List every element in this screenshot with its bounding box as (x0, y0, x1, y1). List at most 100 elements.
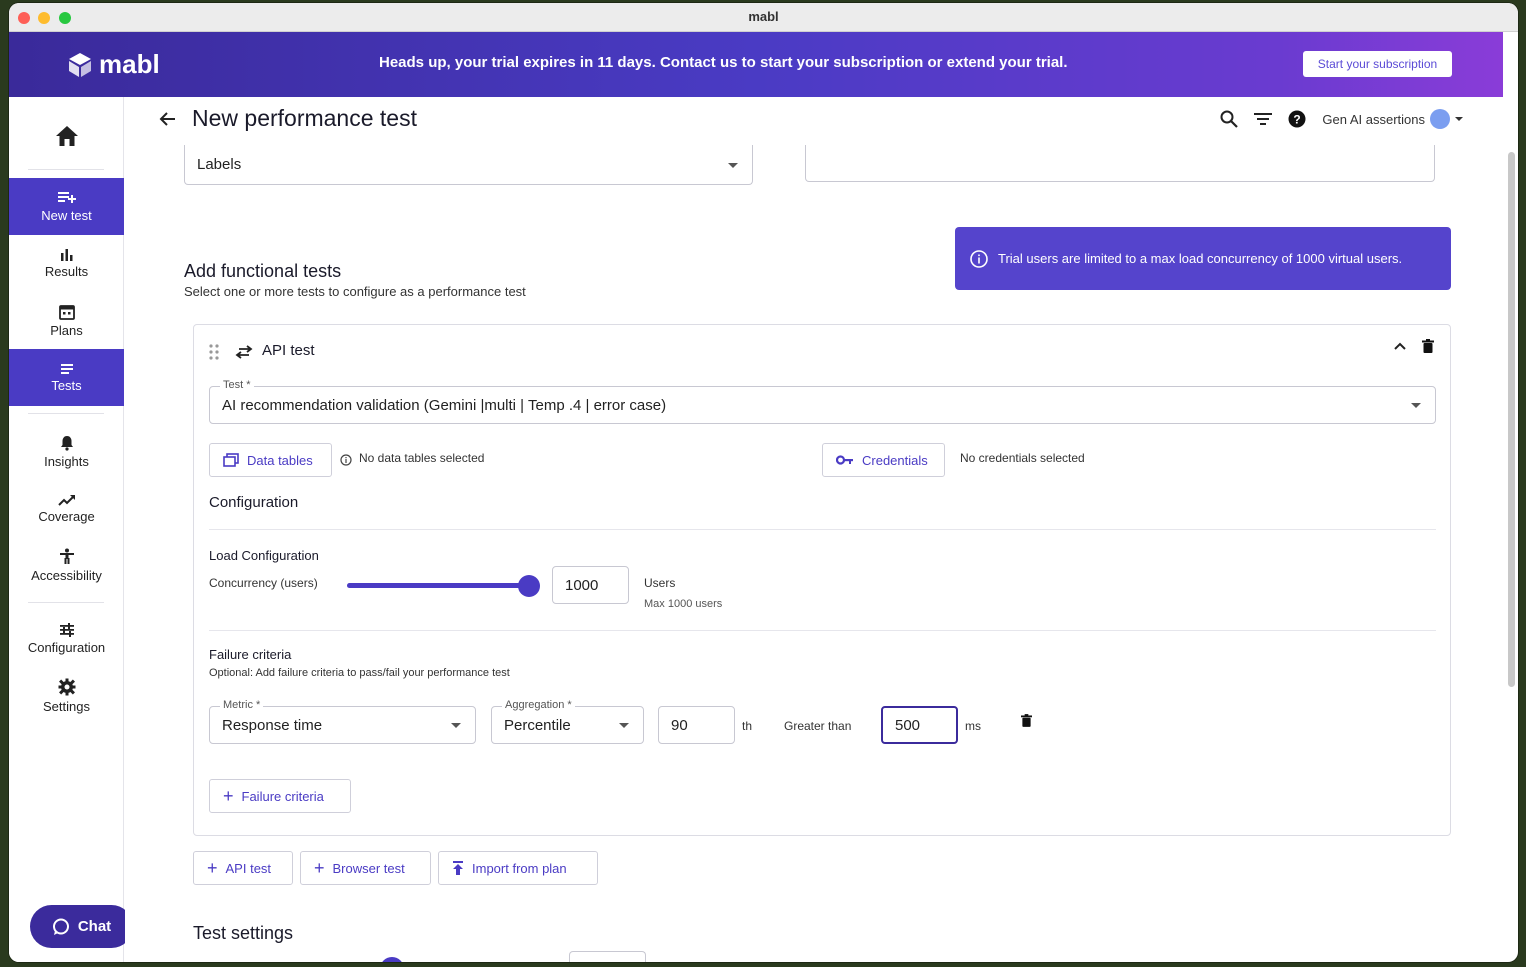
metric-select-value: Response time (222, 716, 323, 734)
data-tables-label: Data tables (247, 452, 313, 468)
home-button[interactable] (9, 111, 124, 161)
add-api-test-button[interactable]: + API test (193, 851, 293, 885)
threshold-unit: ms (965, 719, 981, 733)
api-test-card: API test Test * AI recommendation valida… (193, 324, 1451, 836)
sidebar-item-label: Results (44, 264, 89, 279)
threshold-input[interactable]: 500 (881, 706, 958, 744)
scrollbar[interactable] (1508, 152, 1515, 687)
info-icon (340, 454, 352, 466)
chat-button[interactable]: Chat (30, 905, 133, 948)
labels-select[interactable]: Labels (184, 145, 753, 185)
trial-message: Heads up, your trial expires in 11 days.… (379, 54, 1068, 71)
chevron-down-icon (1411, 403, 1421, 408)
drag-handle-icon[interactable] (209, 344, 219, 360)
sidebar-item-label: Settings (43, 698, 90, 714)
sidebar-item-results[interactable]: Results (9, 235, 124, 292)
info-icon (970, 249, 988, 268)
page-title: New performance test (192, 105, 417, 131)
chevron-up-icon[interactable] (1394, 342, 1406, 350)
workspace-name: Gen AI assertions (1322, 111, 1425, 127)
sidebar: New test Results Plans Tests Insights Co… (9, 97, 133, 962)
comparator-label: Greater than (784, 719, 852, 733)
mabl-logo[interactable]: mabl (67, 49, 160, 80)
upload-icon (453, 861, 463, 875)
load-config-title: Load Configuration (209, 548, 319, 563)
window-title: mabl (748, 9, 779, 24)
key-icon (836, 455, 853, 465)
sidebar-item-plans[interactable]: Plans (9, 292, 124, 349)
bar-chart-icon (60, 249, 72, 261)
sidebar-divider (28, 602, 104, 603)
credentials-label: Credentials (862, 452, 928, 468)
sidebar-item-accessibility[interactable]: Accessibility (9, 537, 124, 594)
sidebar-item-label: Coverage (38, 508, 95, 524)
sidebar-item-label: Configuration (27, 639, 106, 655)
sidebar-item-label: Plans (50, 322, 83, 338)
avatar (1430, 109, 1450, 129)
test-select[interactable]: Test * AI recommendation validation (Gem… (209, 379, 1436, 424)
trial-banner: mabl Heads up, your trial expires in 11 … (9, 32, 1503, 97)
plus-icon: + (207, 858, 218, 878)
slider-thumb[interactable] (518, 575, 540, 597)
sidebar-item-new-test[interactable]: New test (9, 178, 124, 235)
import-from-plan-label: Import from plan (472, 860, 567, 876)
table-icon (223, 453, 239, 467)
svg-text:?: ? (1294, 113, 1301, 127)
add-failure-criteria-label: Failure criteria (241, 788, 324, 804)
percentile-input[interactable]: 90 (658, 706, 735, 744)
credentials-button[interactable]: Credentials (822, 443, 945, 477)
concurrency-slider[interactable] (347, 575, 540, 597)
test-settings-field[interactable] (569, 951, 646, 962)
title-bar: mabl (9, 3, 1518, 32)
sidebar-item-label: Insights (44, 453, 89, 469)
plus-icon: + (314, 858, 325, 878)
add-api-test-label: API test (225, 860, 272, 876)
sidebar-item-coverage[interactable]: Coverage (9, 480, 124, 537)
delete-icon[interactable] (1422, 339, 1434, 353)
concurrency-value: 1000 (565, 576, 599, 594)
mabl-cube-icon (69, 52, 91, 77)
users-label: Users (644, 576, 676, 590)
home-icon (55, 126, 78, 146)
search-icon[interactable] (1220, 110, 1239, 128)
delete-icon[interactable] (1021, 714, 1032, 727)
trend-icon (57, 494, 75, 506)
metric-select[interactable]: Metric * Response time (209, 699, 476, 744)
data-tables-status: No data tables selected (359, 451, 485, 465)
sidebar-item-insights[interactable]: Insights (9, 423, 124, 480)
sidebar-item-label: Tests (51, 377, 82, 393)
filter-icon[interactable] (1254, 112, 1273, 126)
sliders-icon (59, 622, 74, 637)
gear-icon (58, 678, 75, 695)
test-settings-slider-thumb[interactable] (380, 957, 404, 962)
sidebar-item-tests[interactable]: Tests (9, 349, 124, 406)
labels-select-value: Labels (197, 156, 242, 173)
back-arrow-icon[interactable] (159, 111, 177, 127)
page-header: New performance test ? Gen AI assertions (125, 97, 1503, 145)
sidebar-item-settings[interactable]: Settings (9, 667, 124, 724)
chevron-down-icon (728, 163, 738, 168)
workspace-selector[interactable]: Gen AI assertions (1322, 109, 1463, 129)
section-subtitle: Select one or more tests to configure as… (184, 284, 526, 299)
concurrency-input[interactable]: 1000 (552, 566, 629, 604)
sidebar-item-configuration[interactable]: Configuration (9, 610, 124, 667)
logo-text: mabl (99, 49, 160, 79)
header-actions: ? Gen AI assertions (1220, 109, 1463, 129)
swap-arrows-icon (235, 345, 253, 359)
aggregation-select[interactable]: Aggregation * Percentile (491, 699, 644, 744)
test-settings-title: Test settings (193, 923, 294, 943)
add-browser-test-label: Browser test (332, 860, 405, 876)
description-field[interactable] (805, 145, 1435, 182)
data-tables-button[interactable]: Data tables (209, 443, 332, 477)
chevron-down-icon (451, 723, 461, 728)
divider (209, 630, 1436, 631)
help-icon[interactable]: ? (1288, 110, 1306, 128)
start-subscription-button[interactable]: Start your subscription (1303, 51, 1452, 77)
trial-notice-text: Trial users are limited to a max load co… (998, 251, 1403, 266)
plus-icon: + (223, 786, 234, 806)
add-browser-test-button[interactable]: + Browser test (300, 851, 431, 885)
import-from-plan-button[interactable]: Import from plan (438, 851, 598, 885)
sidebar-item-label: New test (41, 207, 92, 223)
add-failure-criteria-button[interactable]: + Failure criteria (209, 779, 351, 813)
percentile-value: 90 (671, 716, 688, 734)
